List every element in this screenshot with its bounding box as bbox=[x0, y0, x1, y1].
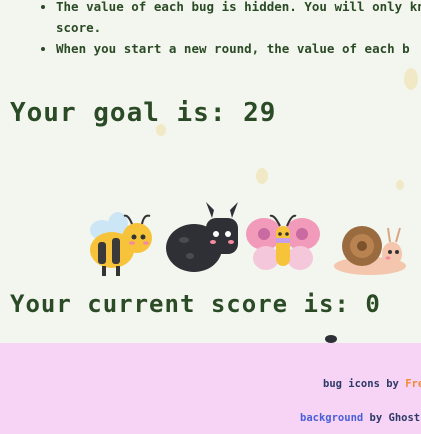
goal-heading: Your goal is: 29 bbox=[10, 98, 276, 128]
background-dot bbox=[256, 168, 268, 184]
goal-value: 29 bbox=[243, 98, 277, 128]
background-dot bbox=[396, 180, 404, 190]
footer-dot bbox=[325, 335, 337, 343]
rule-text: When you start a new round, the value of… bbox=[56, 41, 410, 56]
rule-new-round: When you start a new round, the value of… bbox=[56, 38, 421, 59]
bee-icon bbox=[90, 212, 152, 276]
rule-text: score. bbox=[56, 20, 102, 35]
bug-icons-credit-text: bug icons by bbox=[323, 378, 399, 390]
background-dot bbox=[404, 68, 418, 90]
bug-icons-credit: bug icons by Frei bbox=[323, 378, 421, 390]
rules-list: The value of each bug is hidden. You wil… bbox=[0, 0, 421, 59]
rule-text: The value of each bug is hidden. You wil… bbox=[56, 0, 421, 14]
butterfly-icon bbox=[246, 214, 320, 270]
snail-button[interactable] bbox=[330, 216, 410, 278]
score-value: 0 bbox=[365, 290, 381, 318]
background-credit: background by Ghost bbox=[300, 412, 420, 424]
rule-score-continuation: score. bbox=[56, 17, 421, 38]
score-label: Your current score is: bbox=[10, 290, 350, 318]
rule-hidden-value: The value of each bug is hidden. You wil… bbox=[56, 0, 421, 17]
goal-label: Your goal is: bbox=[10, 98, 227, 128]
background-link[interactable]: background bbox=[300, 412, 363, 424]
butterfly-button[interactable] bbox=[244, 208, 324, 280]
snail-icon bbox=[334, 226, 406, 275]
bee-button[interactable] bbox=[82, 208, 160, 280]
beetle-button[interactable] bbox=[162, 196, 248, 282]
score-heading: Your current score is: 0 bbox=[10, 290, 381, 318]
credits-footer: bug icons by Frei background by Ghost bbox=[0, 335, 421, 434]
beetle-icon bbox=[166, 202, 238, 272]
background-author-text: by Ghost bbox=[369, 412, 421, 424]
bug-icons-author-link[interactable]: Frei bbox=[405, 378, 421, 390]
bug-row bbox=[82, 196, 412, 286]
